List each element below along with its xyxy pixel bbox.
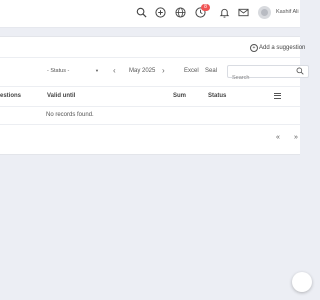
next-month-button[interactable]: › <box>162 66 165 76</box>
add-suggestion-button[interactable]: + Add a suggestion <box>250 44 305 52</box>
avatar[interactable] <box>258 6 271 19</box>
prev-month-button[interactable]: ‹ <box>113 66 116 76</box>
mail-icon[interactable] <box>238 7 249 18</box>
search-box <box>227 65 309 84</box>
empty-state-message: No records found. <box>46 112 94 118</box>
next-page-button[interactable]: » <box>294 134 298 141</box>
column-menu-icon[interactable] <box>274 93 281 99</box>
search-input[interactable] <box>228 72 292 84</box>
first-page-button[interactable]: « <box>276 134 280 141</box>
table-header: estions Valid until Sum Status <box>0 86 300 107</box>
bell-icon[interactable] <box>219 7 230 18</box>
status-select-value: - Status - <box>47 68 70 74</box>
month-label: May 2025 <box>129 68 156 74</box>
print-button[interactable]: Seal <box>205 68 217 74</box>
floating-help-button[interactable] <box>292 272 312 292</box>
excel-button[interactable]: Excel <box>184 68 199 74</box>
status-select[interactable]: - Status - ▼ <box>47 65 101 77</box>
globe-icon[interactable] <box>175 7 186 18</box>
notification-badge: 8 <box>201 4 210 11</box>
caret-down-icon: ▼ <box>95 68 99 73</box>
add-suggestion-label: Add a suggestion <box>259 45 306 51</box>
search-icon[interactable] <box>136 7 147 18</box>
add-circle-icon: + <box>250 44 258 52</box>
divider <box>0 124 300 125</box>
search-icon[interactable] <box>296 67 304 75</box>
user-name[interactable]: Kashif Ali <box>276 9 299 15</box>
column-header-sum[interactable]: Sum <box>173 93 186 99</box>
column-header-status[interactable]: Status <box>208 93 226 99</box>
column-header-valid-until[interactable]: Valid until <box>47 93 75 99</box>
top-navbar: 8 Kashif Ali <box>0 0 300 28</box>
column-header[interactable]: estions <box>0 93 21 99</box>
add-circle-icon[interactable] <box>155 7 166 18</box>
divider <box>0 57 300 58</box>
